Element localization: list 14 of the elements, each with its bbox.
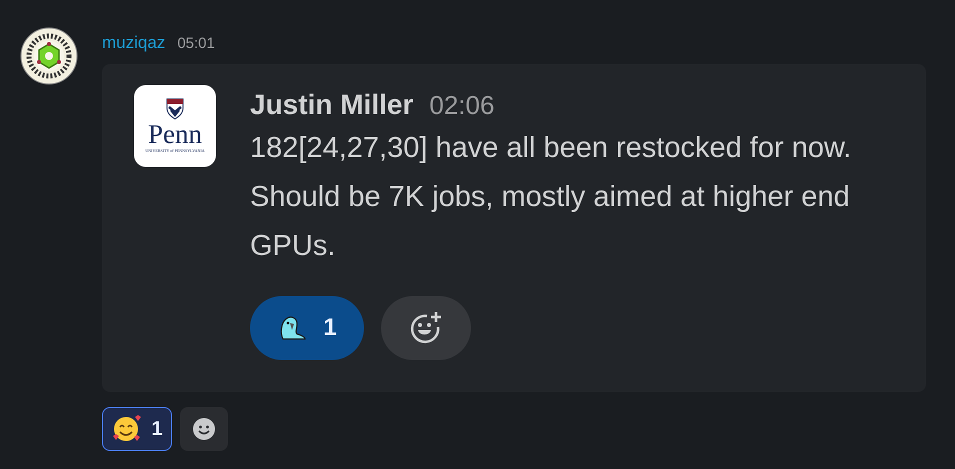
smiling-face-with-hearts-icon bbox=[111, 414, 144, 444]
reaction-button[interactable]: 1 bbox=[102, 406, 172, 450]
timestamp: 05:01 bbox=[177, 34, 215, 54]
add-reaction-button[interactable] bbox=[180, 406, 228, 450]
add-emoji-icon bbox=[408, 310, 444, 346]
logo-wordmark: Penn bbox=[148, 120, 202, 148]
embed-author[interactable]: Justin Miller bbox=[250, 84, 414, 126]
smiley-icon bbox=[192, 416, 216, 440]
embed-message: 182[24,27,30] have all been restocked for now. Should be 7K jobs, mostly aimed at higher end GPUs. bbox=[250, 130, 852, 264]
username[interactable]: muziqaz bbox=[102, 30, 166, 56]
embed-timestamp: 02:06 bbox=[429, 88, 494, 122]
avatar-icon bbox=[20, 27, 78, 85]
reaction-button[interactable]: 1 bbox=[250, 296, 364, 360]
shield-icon bbox=[166, 98, 184, 120]
